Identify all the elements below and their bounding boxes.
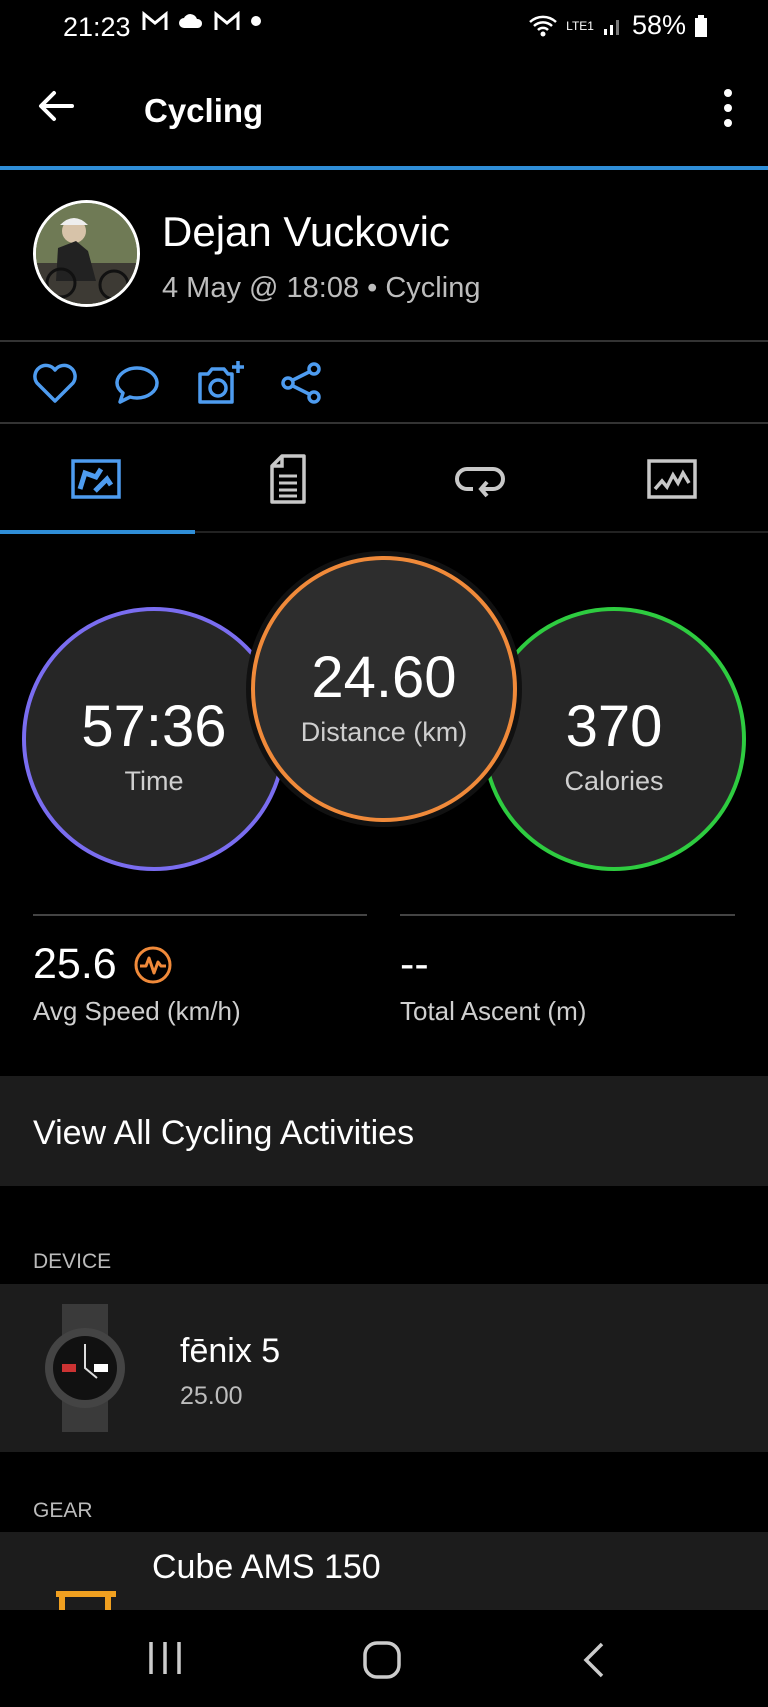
tab-details[interactable] bbox=[192, 426, 384, 532]
calories-label: Calories bbox=[564, 766, 664, 796]
avatar[interactable] bbox=[33, 200, 140, 307]
wifi-icon bbox=[529, 15, 558, 36]
tab-indicator bbox=[0, 530, 195, 534]
avg-speed-row: 25.6 bbox=[33, 940, 173, 989]
gear-name: Cube AMS 150 bbox=[152, 1548, 381, 1586]
avatar-photo bbox=[36, 203, 137, 304]
gmail-icon bbox=[214, 10, 240, 30]
device-section-header: DEVICE bbox=[33, 1250, 112, 1273]
activity-subtitle: 4 May @ 18:08 • Cycling bbox=[162, 272, 481, 304]
battery-percent: 58% bbox=[631, 10, 686, 40]
volte-label: LTE1 bbox=[566, 18, 594, 33]
battery-icon bbox=[695, 14, 707, 37]
share-icon[interactable] bbox=[276, 358, 326, 408]
status-time: 21:23 bbox=[63, 12, 131, 42]
page-title: Cycling bbox=[144, 92, 264, 129]
distance-value: 24.60 bbox=[311, 645, 457, 710]
document-icon bbox=[270, 454, 306, 504]
system-navigation-bar bbox=[0, 1610, 768, 1707]
overview-map-icon bbox=[71, 459, 121, 499]
app-bar: Cycling bbox=[0, 56, 768, 166]
avg-speed-label: Avg Speed (km/h) bbox=[33, 996, 241, 1026]
activity-tabs bbox=[0, 426, 768, 532]
gmail-icon bbox=[142, 10, 168, 30]
home-icon[interactable] bbox=[362, 1640, 402, 1680]
add-photo-icon[interactable] bbox=[194, 358, 244, 408]
like-heart-icon[interactable] bbox=[30, 358, 80, 408]
watch-icon bbox=[45, 1304, 125, 1432]
gear-section-header: GEAR bbox=[33, 1499, 93, 1522]
time-metric-circle: 57:36 Time bbox=[22, 607, 286, 871]
device-version: 25.00 bbox=[180, 1382, 243, 1410]
device-name: fēnix 5 bbox=[180, 1332, 281, 1370]
stat-divider bbox=[400, 914, 735, 916]
device-row[interactable]: fēnix 5 25.00 bbox=[0, 1284, 768, 1452]
dot-icon bbox=[251, 16, 261, 26]
status-notification-icons bbox=[142, 10, 262, 32]
laps-loop-icon bbox=[455, 467, 505, 498]
cloud-icon bbox=[179, 14, 203, 28]
status-system-icons: LTE1 58% bbox=[528, 10, 708, 41]
activity-user-name: Dejan Vuckovic bbox=[162, 208, 450, 255]
stat-divider bbox=[33, 914, 367, 916]
calories-metric-circle: 370 Calories bbox=[482, 607, 746, 871]
view-all-activities-button[interactable]: View All Cycling Activities bbox=[0, 1076, 768, 1186]
tab-overview[interactable] bbox=[0, 426, 192, 532]
comment-icon[interactable] bbox=[112, 358, 162, 408]
more-options-icon[interactable] bbox=[722, 88, 734, 128]
back-arrow-icon[interactable] bbox=[36, 86, 76, 126]
bike-gear-icon bbox=[56, 1591, 116, 1610]
tab-laps[interactable] bbox=[384, 426, 576, 532]
signal-icon bbox=[603, 19, 619, 35]
status-bar: 21:23 LTE1 58% bbox=[0, 0, 768, 56]
tab-charts[interactable] bbox=[576, 426, 768, 532]
calories-value: 370 bbox=[565, 694, 663, 759]
header-divider bbox=[0, 166, 768, 170]
divider bbox=[0, 422, 768, 424]
total-ascent-label: Total Ascent (m) bbox=[400, 996, 587, 1026]
divider bbox=[0, 340, 768, 342]
total-ascent-value: -- bbox=[400, 940, 429, 988]
view-all-label: View All Cycling Activities bbox=[33, 1114, 415, 1152]
activity-actions bbox=[30, 358, 326, 408]
distance-label: Distance (km) bbox=[300, 717, 468, 747]
chart-icon bbox=[647, 459, 697, 499]
recent-apps-icon[interactable] bbox=[147, 1640, 183, 1676]
activity-pulse-icon[interactable] bbox=[133, 945, 173, 985]
avg-speed-value: 25.6 bbox=[33, 940, 117, 988]
time-label: Time bbox=[124, 766, 184, 796]
time-value: 57:36 bbox=[81, 694, 227, 759]
gear-row[interactable]: Cube AMS 150 bbox=[0, 1532, 768, 1610]
distance-metric-circle: 24.60 Distance (km) bbox=[251, 556, 517, 822]
back-nav-icon[interactable] bbox=[582, 1640, 608, 1680]
